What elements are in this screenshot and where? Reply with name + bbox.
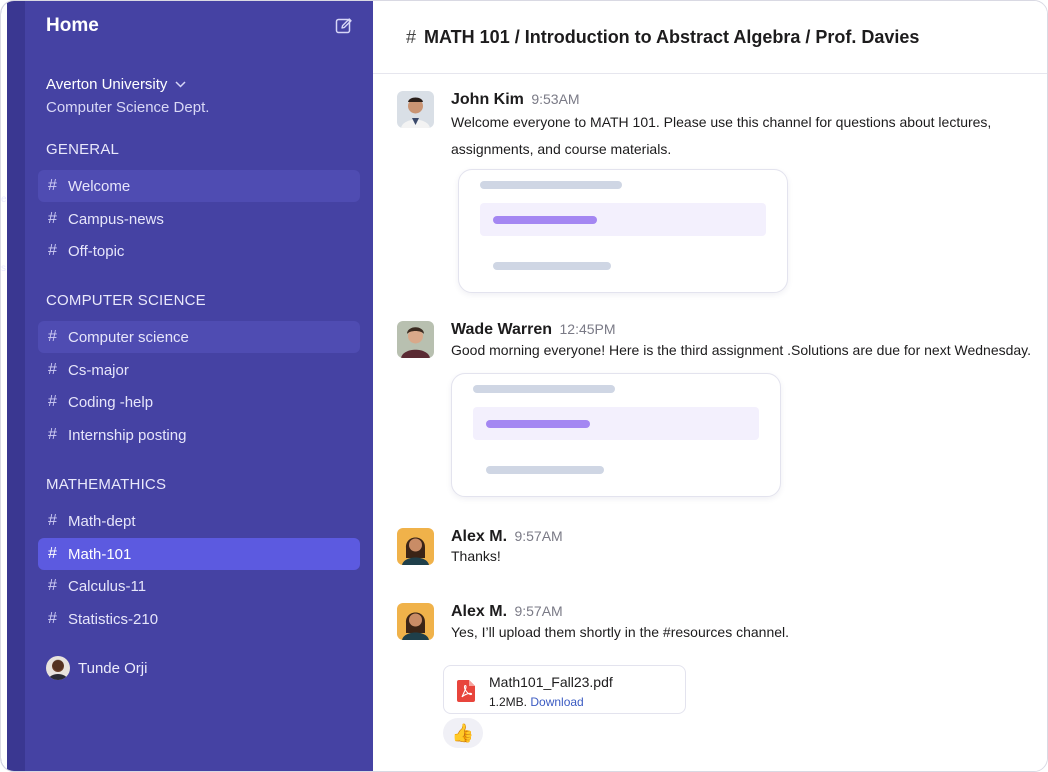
file-size: 1.2MB.	[489, 695, 528, 709]
workspace-rail: e s	[1, 1, 25, 771]
sidebar-item-math-101[interactable]: # Math-101	[38, 538, 360, 570]
channel-label: Campus-news	[68, 210, 164, 228]
file-meta: 1.2MB. Download	[489, 695, 584, 709]
message-time[interactable]: 9:57AM	[514, 603, 562, 619]
message-time[interactable]: 9:53AM	[531, 91, 579, 107]
message-author[interactable]: Wade Warren	[451, 321, 552, 338]
compose-icon[interactable]	[335, 17, 353, 35]
channel-label: Math-dept	[68, 512, 136, 530]
message-meta: Alex M. 9:57AM	[451, 528, 1041, 546]
section-title-mathematics[interactable]: MATHEMATHICS	[46, 476, 166, 493]
sidebar: Home Averton University Computer Science…	[25, 1, 373, 771]
channel-label: Cs-major	[68, 361, 129, 379]
channel-label: Computer science	[68, 328, 189, 346]
message-text: Yes, I’ll upload them shortly in the #re…	[451, 624, 790, 640]
hash-icon: #	[48, 426, 57, 443]
hash-icon: #	[406, 26, 417, 47]
hash-icon: #	[48, 328, 57, 345]
hash-icon: #	[48, 610, 57, 627]
file-name[interactable]: Math101_Fall23.pdf	[489, 674, 613, 690]
channel-label: Internship posting	[68, 426, 187, 444]
message-author[interactable]: Alex M.	[451, 603, 507, 620]
placeholder-line	[486, 466, 604, 474]
channel-label: Coding -help	[68, 393, 154, 411]
hash-icon: #	[48, 177, 57, 194]
message-body: John Kim 9:53AM Welcome everyone to MATH…	[451, 91, 1041, 163]
message-body: Alex M. 9:57AM Yes, I’ll upload them sho…	[451, 603, 1041, 643]
rail-edge	[1, 1, 7, 771]
channel-label: Calculus-11	[68, 577, 147, 595]
sidebar-item-cs-major[interactable]: # Cs-major	[38, 354, 360, 386]
current-user[interactable]: Tunde Orji	[46, 656, 147, 680]
link-preview-card[interactable]	[451, 373, 781, 497]
app-window: e s Home Averton University Computer Sci…	[0, 0, 1048, 772]
org-name: Averton University	[46, 76, 168, 93]
avatar	[46, 656, 70, 680]
message-meta: Wade Warren 12:45PM	[451, 321, 1047, 339]
sidebar-item-computer-science[interactable]: # Computer science	[38, 321, 360, 353]
rail-fragment: e	[1, 194, 7, 205]
placeholder-line-accent	[486, 420, 590, 428]
avatar[interactable]	[397, 528, 434, 565]
page-title: MATH 101 / Introduction to Abstract Alge…	[424, 26, 920, 47]
sidebar-item-calculus-11[interactable]: # Calculus-11	[38, 570, 360, 602]
message-author[interactable]: Alex M.	[451, 528, 507, 545]
org-switcher[interactable]: Averton University	[46, 76, 186, 93]
placeholder-line	[493, 262, 611, 270]
sidebar-item-welcome[interactable]: # Welcome	[38, 170, 360, 202]
placeholder-highlight	[480, 203, 766, 236]
hash-icon: #	[48, 361, 57, 378]
sidebar-item-campus-news[interactable]: # Campus-news	[38, 203, 360, 235]
file-attachment[interactable]: Math101_Fall23.pdf 1.2MB. Download	[443, 665, 686, 714]
link-preview-card[interactable]	[458, 169, 788, 293]
pdf-file-icon	[457, 680, 475, 702]
sidebar-home-title[interactable]: Home	[46, 15, 99, 37]
message-meta: Alex M. 9:57AM	[451, 603, 1041, 621]
channel-label: Off-topic	[68, 242, 125, 260]
hash-icon: #	[48, 242, 57, 259]
message-body: Wade Warren 12:45PM Good morning everyon…	[451, 321, 1047, 361]
channel-label: Statistics-210	[68, 610, 159, 628]
hash-icon: #	[48, 577, 57, 594]
thumbs-up-icon: 👍	[451, 722, 475, 743]
message-meta: John Kim 9:53AM	[451, 91, 1041, 109]
chevron-down-icon	[175, 81, 186, 88]
download-link[interactable]: Download	[530, 695, 583, 709]
channel-main: # MATH 101 / Introduction to Abstract Al…	[373, 1, 1047, 771]
section-title-general[interactable]: GENERAL	[46, 141, 119, 158]
message-text: Welcome everyone to MATH 101. Please use…	[451, 114, 992, 157]
sidebar-item-off-topic[interactable]: # Off-topic	[38, 235, 360, 267]
hash-icon: #	[48, 545, 57, 562]
sidebar-item-math-dept[interactable]: # Math-dept	[38, 505, 360, 537]
channel-label: Welcome	[68, 177, 131, 195]
hash-icon: #	[48, 393, 57, 410]
placeholder-line	[480, 181, 622, 189]
sidebar-item-statistics-210[interactable]: # Statistics-210	[38, 603, 360, 635]
message-author[interactable]: John Kim	[451, 91, 524, 108]
avatar[interactable]	[397, 603, 434, 640]
hash-icon: #	[48, 210, 57, 227]
placeholder-line	[473, 385, 615, 393]
sidebar-item-internship-posting[interactable]: # Internship posting	[38, 419, 360, 451]
org-department: Computer Science Dept.	[46, 99, 210, 116]
message-body: Alex M. 9:57AM Thanks!	[451, 528, 1041, 566]
placeholder-line-accent	[493, 216, 597, 224]
reaction-thumbs-up[interactable]: 👍	[443, 718, 483, 748]
message-text: Good morning everyone! Here is the third…	[451, 342, 1032, 358]
rail-fragment: s	[1, 263, 6, 274]
sidebar-item-coding-help[interactable]: # Coding -help	[38, 386, 360, 418]
channel-label: Math-101	[68, 545, 132, 563]
avatar[interactable]	[397, 321, 434, 358]
message-time[interactable]: 9:57AM	[514, 528, 562, 544]
hash-icon: #	[48, 512, 57, 529]
user-name: Tunde Orji	[78, 659, 148, 677]
placeholder-highlight	[473, 407, 759, 440]
section-title-computer-science[interactable]: COMPUTER SCIENCE	[46, 292, 206, 309]
message-time[interactable]: 12:45PM	[560, 321, 616, 337]
avatar[interactable]	[397, 91, 434, 128]
message-text: Thanks!	[451, 548, 501, 564]
channel-header: # MATH 101 / Introduction to Abstract Al…	[373, 1, 1047, 74]
